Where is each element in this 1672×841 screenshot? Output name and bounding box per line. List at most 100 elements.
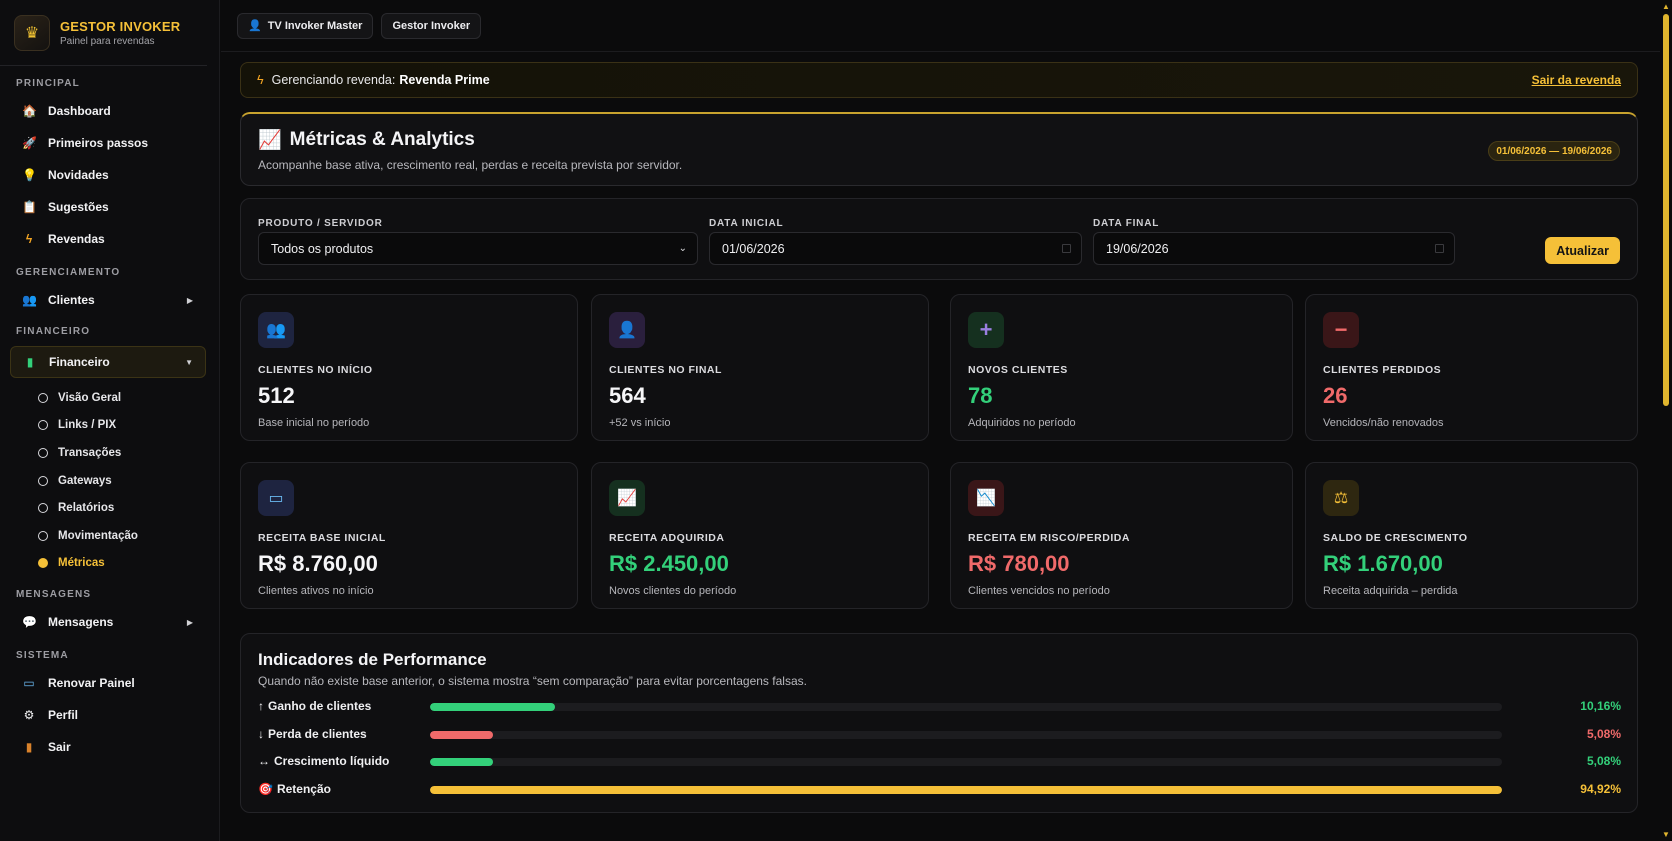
scale-icon: ⚖ [1323, 480, 1359, 516]
performance-percent: 10,16% [1580, 699, 1621, 713]
indicator-label: Crescimento líquido [274, 754, 390, 768]
performance-row-label: 🎯 Retenção [258, 782, 331, 796]
sidebar-item-renovar-painel[interactable]: ▭ Renovar Painel [0, 667, 219, 699]
indicator-glyph: ↑ [258, 699, 264, 713]
update-button[interactable]: Atualizar [1545, 237, 1620, 264]
sidebar-subitem-relatorios[interactable]: Relatórios [0, 494, 219, 522]
start-date-input[interactable]: 01/06/2026 [709, 232, 1082, 265]
performance-row: ↔ Crescimento líquido 5,08% [258, 754, 1621, 770]
product-select[interactable]: Todos os produtos ⌄ [258, 232, 698, 265]
sidebar-subitem-movimentacao[interactable]: Movimentação [0, 522, 219, 550]
bolt-icon: ϟ [257, 73, 264, 87]
reseller-banner: ϟ Gerenciando revenda: Revenda Prime Sai… [240, 62, 1638, 98]
bullet-active-icon [38, 558, 48, 569]
scrollbar-thumb[interactable] [1663, 14, 1669, 406]
sidebar-subitem-visao-geral[interactable]: Visão Geral [0, 384, 219, 412]
gear-icon: ⚙ [23, 708, 35, 723]
chart-up-icon: 📈 [609, 480, 645, 516]
home-icon: 🏠 [22, 104, 37, 118]
metric-card: 👥 CLIENTES NO INÍCIO 512 Base inicial no… [240, 294, 578, 441]
progress-fill [430, 758, 493, 766]
sidebar: ♛ GESTOR INVOKER Painel para revendas PR… [0, 0, 220, 841]
page-header: 📈 Métricas & Analytics Acompanhe base ati… [240, 112, 1638, 186]
topbar: 👤 TV Invoker Master Gestor Invoker [221, 0, 1660, 52]
clipboard-icon: 📋 [22, 200, 37, 214]
user-icon: 👤 [609, 312, 645, 348]
bullet-icon [38, 475, 48, 486]
sidebar-subitem-links-pix[interactable]: Links / PIX [0, 412, 219, 440]
end-date-input[interactable]: 19/06/2026 [1093, 232, 1455, 265]
performance-row: ↓ Perda de clientes 5,08% [258, 727, 1621, 743]
plus-icon: + [968, 312, 1004, 348]
scroll-down-icon[interactable]: ▼ [1662, 830, 1670, 839]
bullet-icon [38, 530, 48, 541]
bolt-icon: ϟ [25, 232, 33, 246]
indicator-glyph: ↔ [258, 754, 270, 768]
indicator-label: Retenção [276, 781, 331, 796]
exit-reseller-link[interactable]: Sair da revenda [1532, 73, 1621, 87]
sidebar-item-dashboard[interactable]: 🏠 Dashboard [0, 95, 219, 127]
brand: ♛ GESTOR INVOKER Painel para revendas [0, 0, 207, 66]
section-sistema: SISTEMA [16, 650, 69, 662]
metric-card: + NOVOS CLIENTES 78 Adquiridos no períod… [950, 294, 1293, 441]
rocket-icon: 🚀 [22, 136, 37, 150]
money-icon: ▮ [26, 355, 34, 369]
sidebar-item-mensagens[interactable]: 💬 Mensagens ▶ [0, 606, 219, 638]
performance-row-label: ↓ Perda de clientes [258, 727, 367, 741]
scrollbar[interactable]: ▲ ▼ [1660, 0, 1672, 841]
chevron-right-icon: ▶ [186, 617, 193, 627]
chat-icon: 💬 [22, 615, 37, 630]
users-icon: 👥 [22, 293, 37, 307]
chip-gestor-invoker[interactable]: Gestor Invoker [381, 12, 482, 39]
sidebar-subitem-transacoes[interactable]: Transações [0, 439, 219, 467]
sidebar-item-financeiro[interactable]: ▮ Financeiro ▼ [10, 346, 206, 378]
performance-row-label: ↑ Ganho de clientes [258, 699, 371, 713]
progress-track [430, 785, 1502, 794]
reseller-name: Revenda Prime [399, 73, 490, 87]
sidebar-item-primeiros-passos[interactable]: 🚀 Primeiros passos [0, 127, 219, 159]
users-icon: 👥 [258, 312, 294, 348]
performance-percent: 94,92% [1580, 781, 1621, 796]
calendar-icon[interactable] [1062, 244, 1071, 253]
sidebar-item-sugestoes[interactable]: 📋 Sugestões [0, 191, 219, 223]
indicator-glyph: 🎯 [258, 781, 273, 796]
section-principal: PRINCIPAL [16, 78, 80, 89]
sidebar-subitem-gateways[interactable]: Gateways [0, 467, 219, 495]
scroll-up-icon[interactable]: ▲ [1662, 2, 1670, 11]
performance-row-label: ↔ Crescimento líquido [258, 754, 389, 768]
bulb-icon: 💡 [22, 168, 37, 182]
chart-down-icon: 📉 [968, 480, 1004, 516]
sidebar-item-revendas[interactable]: ϟ Revendas [0, 223, 219, 255]
sidebar-item-perfil[interactable]: ⚙ Perfil [0, 699, 219, 731]
brand-title: GESTOR INVOKER [60, 18, 181, 34]
sidebar-item-sair[interactable]: ▮ Sair [0, 731, 219, 763]
metric-card: 📈 RECEITA ADQUIRIDA R$ 2.450,00 Novos cl… [591, 462, 929, 609]
progress-fill [430, 785, 1502, 794]
logo: ♛ [14, 14, 50, 51]
card-icon: ▭ [258, 480, 294, 516]
start-date-label: DATA INICIAL [709, 218, 784, 229]
metric-card: − CLIENTES PERDIDOS 26 Vencidos/não reno… [1305, 294, 1638, 441]
filters-panel: PRODUTO / SERVIDOR Todos os produtos ⌄ DA… [240, 198, 1638, 280]
bullet-icon [38, 420, 48, 431]
metric-card: ⚖ SALDO DE CRESCIMENTO R$ 1.670,00 Recei… [1305, 462, 1638, 609]
sidebar-item-clientes[interactable]: 👥 Clientes ▶ [0, 284, 219, 316]
progress-track [430, 730, 1502, 739]
brand-subtitle: Painel para revendas [60, 35, 155, 47]
sidebar-subitem-metricas[interactable]: Métricas [0, 550, 219, 578]
metric-card: ▭ RECEITA BASE INICIAL R$ 8.760,00 Clien… [240, 462, 578, 609]
chevron-right-icon: ▶ [186, 295, 193, 305]
minus-icon: − [1323, 312, 1359, 348]
performance-percent: 5,08% [1586, 754, 1621, 768]
performance-row: 🎯 Retenção 94,92% [258, 782, 1621, 798]
door-icon: ▮ [25, 740, 33, 755]
metric-card: 👤 CLIENTES NO FINAL 564 +52 vs início [591, 294, 929, 441]
calendar-icon[interactable] [1435, 244, 1444, 253]
main-content: ϟ Gerenciando revenda: Revenda Prime Sai… [240, 62, 1638, 813]
sidebar-item-novidades[interactable]: 💡 Novidades [0, 159, 219, 191]
card-icon: ▭ [23, 676, 35, 691]
indicator-glyph: ↓ [258, 726, 264, 741]
indicator-label: Perda de clientes [268, 726, 367, 741]
chip-tv-invoker-master[interactable]: 👤 TV Invoker Master [237, 12, 374, 39]
section-gerenciamento: GERENCIAMENTO [16, 267, 121, 278]
